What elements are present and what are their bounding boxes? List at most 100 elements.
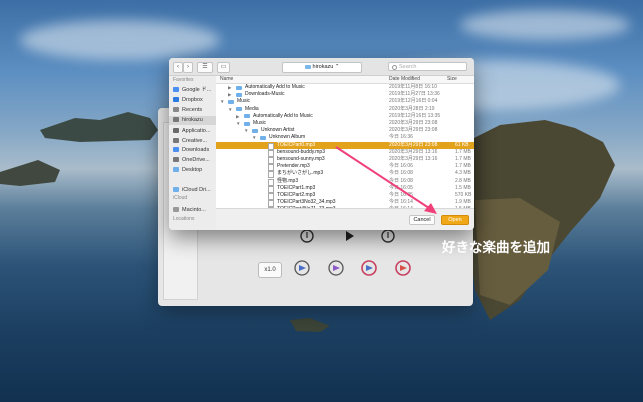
sidebar-item-label: Applicatio... [182, 128, 211, 134]
file-name: Automatically Add to Music [253, 112, 313, 119]
folder-row[interactable]: ▼ Music 2019年12月16日 0:04 [216, 98, 474, 105]
open-file-dialog: ‹ › ☰ ▭ hirokazu ⌃ Search Favorites Goog… [169, 58, 474, 230]
file-row[interactable]: まちがいさがし.mp3 今日 16:08 4.3 MB [216, 170, 474, 179]
back-button[interactable]: ‹ [173, 62, 183, 73]
file-row[interactable]: TOEICPart2.mp3 今日 16:05 570 KB [216, 192, 474, 200]
file-row[interactable]: TOEICPart0.mp3 2020年3月29日 23:08 61 KB [216, 141, 474, 150]
file-date: 今日 16:05 [389, 192, 413, 198]
disclosure-icon[interactable]: ▶ [228, 91, 231, 98]
file-date: 2020年3月29日 23:08 [389, 120, 438, 126]
disclosure-icon[interactable]: ▼ [252, 134, 256, 141]
column-date[interactable]: Date Modified [389, 76, 420, 83]
column-size[interactable]: Size [447, 76, 457, 83]
icloud-header: iCloud [173, 195, 188, 201]
file-name: bensound-sunny.mp3 [277, 156, 325, 162]
folder-icon [173, 157, 179, 163]
cancel-button[interactable]: Cancel [409, 215, 435, 225]
sidebar-item[interactable]: hirokazu [169, 116, 216, 125]
disclosure-icon[interactable]: ▼ [228, 106, 232, 113]
open-button[interactable]: Open [441, 215, 469, 225]
sidebar-item[interactable]: Dropbox [173, 96, 203, 105]
dialog-toolbar: ‹ › ☰ ▭ hirokazu ⌃ Search [169, 58, 474, 76]
location-dropdown[interactable]: hirokazu ⌃ [282, 62, 362, 73]
sidebar-item-label: iCloud Dri... [182, 187, 211, 193]
locations-header: Locations [173, 216, 195, 222]
file-size: 2.8 MB [455, 177, 471, 184]
file-date: 今日 16:05 [389, 184, 413, 191]
sidebar-item[interactable]: Creative... [173, 137, 207, 146]
file-name: Downloads-Music [245, 91, 285, 98]
folder-row[interactable]: ▼ Music 2020年3月29日 23:08 [216, 120, 474, 127]
clock-icon [173, 107, 179, 113]
file-row[interactable]: bensound-sunny.mp3 2020年3月29日 13:16 1.7 MB [216, 156, 474, 164]
file-size: 61 KB [455, 141, 469, 148]
view-mode-button[interactable]: ☰ [197, 62, 213, 73]
folder-icon [236, 107, 242, 112]
file-name: TOEICPart3No32_34.mp3 [277, 199, 336, 206]
file-row[interactable]: Pretender.mp3 今日 16:06 1.7 MB [216, 163, 474, 172]
dialog-sidebar: Favorites Google ド... Dropbox Recents hirok… [169, 76, 217, 230]
disclosure-icon[interactable]: ▶ [228, 84, 231, 91]
forward-button[interactable]: › [183, 62, 193, 73]
file-row[interactable]: bensound-buddy.mp3 2020年3月29日 13:16 1.7 MB [216, 148, 474, 157]
folder-row[interactable]: ▼ Unknown Artist 2020年3月29日 23:08 [216, 127, 474, 134]
disclosure-icon[interactable]: ▼ [244, 127, 248, 134]
sidebar-item[interactable]: Google ド... [173, 86, 211, 95]
home-folder-icon [304, 64, 311, 69]
file-date: 今日 16:36 [389, 134, 413, 141]
search-icon [392, 65, 397, 70]
file-name: Unknown Album [269, 134, 306, 141]
folder-row[interactable]: ▼ Unknown Album 今日 16:36 [216, 134, 474, 141]
file-date: 2020年3月29日 23:08 [389, 141, 438, 148]
new-folder-button[interactable]: ▭ [217, 62, 230, 73]
folder-icon [244, 114, 250, 119]
sidebar-item[interactable]: OneDrive... [173, 156, 210, 165]
file-date: 2020年3月29日 13:16 [389, 156, 438, 162]
sidebar-item[interactable]: Desktop [173, 166, 202, 175]
folder-row[interactable]: ▶ Automatically Add to Music 2019年12月16日 1… [216, 113, 474, 120]
disclosure-icon[interactable]: ▶ [236, 113, 239, 120]
sidebar-item[interactable]: Recents [173, 106, 202, 115]
file-name: bensound-buddy.mp3 [277, 148, 325, 155]
file-row[interactable]: 怪物.mp3 今日 16:08 2.8 MB [216, 177, 474, 186]
sidebar-item[interactable]: iCloud Dri... [173, 186, 211, 195]
file-name: TOEICPart0.mp3 [277, 141, 316, 148]
speed-button[interactable]: x1.0 [258, 262, 282, 278]
disk-icon [173, 207, 179, 213]
file-date: 2020年3月29日 13:16 [389, 148, 438, 155]
sidebar-item[interactable]: Macinto... [173, 206, 206, 215]
downloads-icon [173, 147, 179, 153]
folder-icon [260, 135, 266, 140]
folder-icon [252, 128, 258, 133]
file-size: 1.9 MB [455, 199, 471, 206]
file-size: 1.5 MB [455, 184, 471, 191]
file-date: 2020年3月28日 2:19 [389, 105, 435, 112]
file-row[interactable]: TOEICPart1.mp3 今日 16:05 1.5 MB [216, 184, 474, 193]
home-icon [173, 117, 179, 123]
file-name: Music [237, 98, 251, 105]
folder-icon [228, 99, 234, 104]
sidebar-item-label: Creative... [182, 138, 208, 144]
folder-icon [236, 85, 242, 90]
disclosure-icon[interactable]: ▼ [220, 98, 224, 105]
file-name: Unknown Artist [261, 127, 295, 134]
file-date: 2019年12月16日 13:35 [389, 112, 441, 119]
folder-row[interactable]: ▶ Automatically Add to Music 2019年11月8日 16… [216, 84, 474, 91]
folder-row[interactable]: ▼ Media 2020年3月28日 2:19 [216, 106, 474, 113]
file-date: 今日 16:08 [389, 170, 413, 177]
dialog-footer: Cancel Open [216, 208, 474, 230]
folder-icon [236, 92, 242, 97]
file-name: Media [245, 105, 259, 112]
sidebar-item[interactable]: Downloads [173, 146, 209, 155]
file-size: 1.7 MB [455, 163, 471, 170]
column-name[interactable]: Name [220, 76, 233, 83]
sidebar-item[interactable]: Applicatio... [173, 127, 210, 136]
search-input[interactable]: Search [388, 62, 467, 71]
folder-icon [173, 138, 179, 144]
sidebar-item-label: OneDrive... [182, 157, 210, 163]
desktop-icon [173, 167, 179, 173]
disclosure-icon[interactable]: ▼ [236, 120, 240, 127]
file-row[interactable]: TOEICPart3No32_34.mp3 今日 16:14 1.9 MB [216, 199, 474, 208]
file-date: 2019年11月8日 16:10 [389, 84, 437, 90]
file-name: 怪物.mp3 [277, 177, 299, 184]
